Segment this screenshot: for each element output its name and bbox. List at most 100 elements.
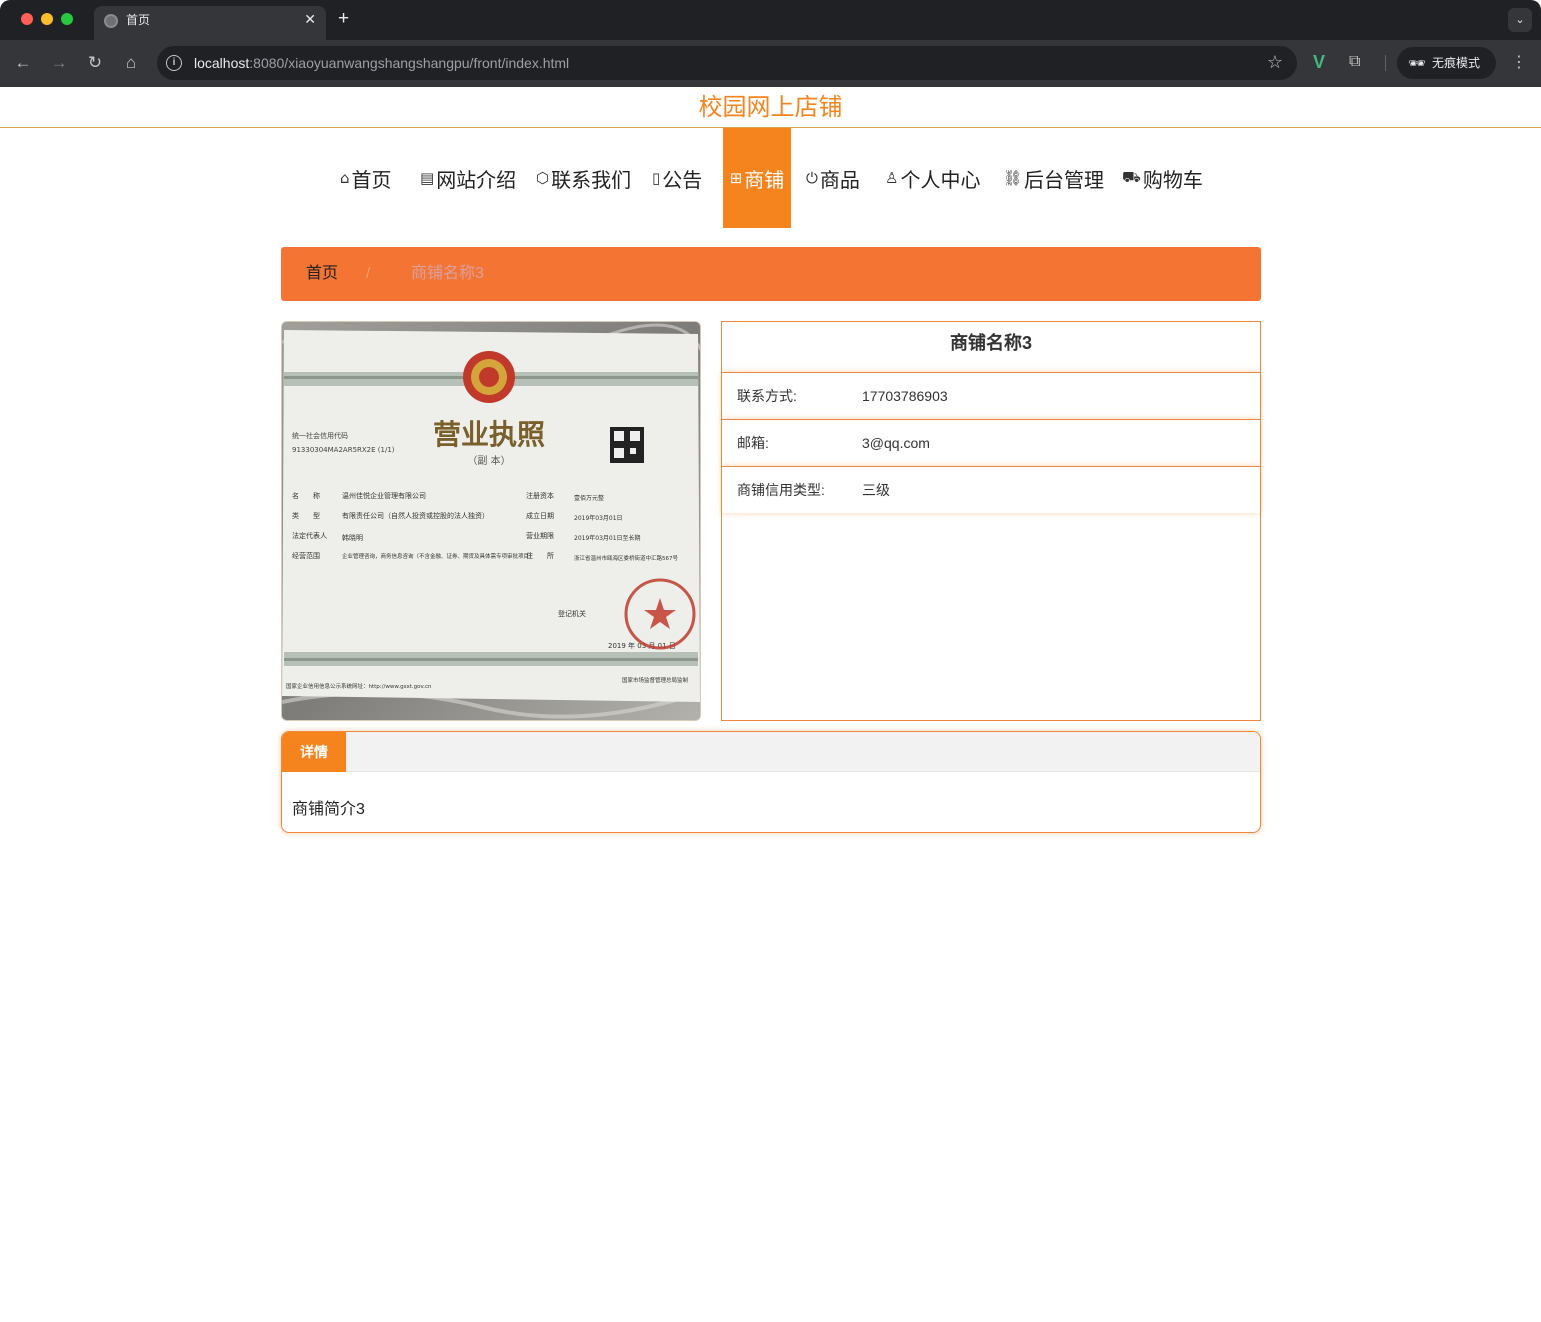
- license-footer-left: 国家企业信用信息公示系统网址：http://www.gsxt.gov.cn: [286, 682, 432, 690]
- license-field-key: 成立日期: [526, 511, 554, 520]
- nav-item-profile[interactable]: ♙ 个人中心: [885, 128, 980, 228]
- nav-item-about[interactable]: ▤ 网站介绍: [420, 128, 516, 228]
- incognito-icon: 🕶: [1408, 55, 1426, 71]
- maximize-window-button[interactable]: [61, 13, 73, 25]
- url-text[interactable]: localhost:8080/xiaoyuanwangshangshangpu/…: [194, 54, 569, 72]
- gift-icon: ⊞: [729, 169, 743, 187]
- info-value: 3@qq.com: [862, 435, 930, 451]
- browser-toolbar: ← → ↻ ⌂ i localhost:8080/xiaoyuanwangsha…: [0, 40, 1541, 87]
- more-menu-icon[interactable]: ⋮: [1511, 51, 1527, 75]
- license-field-value: 2019年03月01日至长期: [574, 534, 641, 542]
- power-icon: ⏻: [806, 169, 818, 187]
- nav-label: 公告: [662, 167, 703, 192]
- book-icon: ▯: [652, 169, 661, 187]
- home-icon[interactable]: ⌂: [120, 52, 142, 74]
- license-field-value: 壹佰万元整: [574, 494, 604, 502]
- toolbar-divider: [1385, 55, 1386, 71]
- license-field-key: 经营范围: [292, 551, 320, 560]
- tab-title: 首页: [126, 13, 151, 27]
- url-host: localhost: [194, 55, 250, 71]
- info-icon[interactable]: i: [166, 55, 182, 71]
- info-row-email: 邮箱: 3@qq.com: [722, 419, 1260, 466]
- license-code-label: 统一社会信用代码: [292, 431, 348, 440]
- nav-item-admin[interactable]: ⛓ 后台管理: [1003, 128, 1104, 228]
- shop-license-image: 营业执照 （副 本） 统一社会信用代码 91330304MA2AR5RX2E (…: [281, 321, 701, 721]
- license-field-key: 营业期限: [526, 531, 554, 540]
- license-code: 91330304MA2AR5RX2E (1/1): [292, 446, 395, 454]
- info-value: 17703786903: [862, 388, 948, 404]
- breadcrumb-separator: /: [366, 265, 371, 282]
- nav-item-contact[interactable]: ⬡ 联系我们: [536, 128, 631, 228]
- nav-label: 首页: [351, 167, 392, 192]
- nav-item-products[interactable]: ⏻ 商品: [806, 128, 860, 228]
- license-field-value: 韩晓明: [342, 533, 363, 542]
- license-subheading: （副 本）: [467, 454, 510, 467]
- reload-icon[interactable]: ↻: [84, 52, 106, 74]
- license-authority: 登记机关: [558, 609, 586, 618]
- nav-label: 后台管理: [1024, 167, 1105, 192]
- home-icon: ⌂: [340, 169, 350, 187]
- minimize-window-button[interactable]: [41, 13, 53, 25]
- extensions-puzzle-icon[interactable]: ⧉: [1349, 50, 1360, 74]
- license-field-value: 企业管理咨询，商务信息咨询（不含金融、证券、期货及具体需专项审批项目）: [342, 552, 535, 560]
- license-field-value: 浙江省温州市瓯海区娄桥街道中汇路567号: [574, 554, 678, 562]
- license-field-value: 有限责任公司（自然人投资或控股的法人独资）: [342, 511, 489, 520]
- back-arrow-icon[interactable]: ←: [12, 52, 34, 74]
- license-footer-right: 国家市场监督管理总局监制: [622, 676, 689, 684]
- nav-label: 网站介绍: [436, 167, 517, 192]
- site-header: 校园网上店铺: [0, 87, 1541, 128]
- breadcrumb-home-link[interactable]: 首页: [306, 264, 338, 284]
- nav-item-home[interactable]: ⌂ 首页: [340, 128, 392, 228]
- tab-detail[interactable]: 详情: [282, 732, 346, 772]
- main-nav: ⌂ 首页 ▤ 网站介绍 ⬡ 联系我们 ▯ 公告 ⊞ 商铺 ⏻ 商品 ♙ 个人中心…: [0, 128, 1541, 228]
- link-icon: ⛓: [1003, 169, 1023, 187]
- license-field-key: 名 称: [292, 491, 320, 500]
- address-bar[interactable]: i localhost:8080/xiaoyuanwangshangshangp…: [157, 46, 1297, 80]
- info-row-credit: 商铺信用类型: 三级: [722, 466, 1260, 513]
- user-icon: ♙: [885, 169, 899, 187]
- license-field-key: 类 型: [292, 511, 320, 520]
- shop-info-panel: 商铺名称3 联系方式: 17703786903 邮箱: 3@qq.com 商铺信…: [721, 321, 1261, 721]
- detail-tabbar: 详情: [282, 732, 1260, 772]
- incognito-indicator[interactable]: 🕶 无痕模式: [1397, 47, 1496, 79]
- browser-tab-strip: 首页 ✕ + ⌄: [0, 0, 1541, 40]
- license-photo-svg: 营业执照 （副 本） 统一社会信用代码 91330304MA2AR5RX2E (…: [282, 322, 700, 720]
- nav-label: 个人中心: [900, 167, 981, 192]
- nav-item-notice[interactable]: ▯ 公告: [652, 128, 702, 228]
- nav-label: 商铺: [744, 167, 785, 192]
- info-row-contact: 联系方式: 17703786903: [722, 372, 1260, 419]
- nav-item-shop[interactable]: ⊞ 商铺: [723, 128, 791, 228]
- page-viewport: 校园网上店铺 ⌂ 首页 ▤ 网站介绍 ⬡ 联系我们 ▯ 公告 ⊞ 商铺 ⏻ 商品…: [0, 87, 1541, 1322]
- browser-tab[interactable]: 首页 ✕: [94, 6, 326, 40]
- cart-icon: ⛟: [1122, 168, 1141, 186]
- close-tab-icon[interactable]: ✕: [304, 9, 316, 29]
- site-title: 校园网上店铺: [698, 93, 843, 121]
- chevron-down-icon[interactable]: ⌄: [1508, 8, 1532, 32]
- license-heading: 营业执照: [433, 418, 545, 451]
- nav-label: 商品: [819, 167, 860, 192]
- document-icon: ▤: [420, 169, 435, 187]
- new-tab-icon[interactable]: +: [338, 8, 349, 30]
- license-field-key: 住 所: [526, 551, 554, 560]
- shop-description: 商铺简介3: [292, 801, 365, 818]
- nav-label: 购物车: [1142, 167, 1203, 192]
- info-label: 商铺信用类型:: [737, 482, 825, 498]
- license-field-value: 温州佳悦企业管理有限公司: [342, 491, 426, 500]
- vue-devtools-icon[interactable]: V: [1313, 50, 1325, 74]
- breadcrumb: 首页 / 商铺名称3: [281, 247, 1261, 301]
- info-value: 三级: [862, 482, 890, 498]
- close-window-button[interactable]: [21, 13, 33, 25]
- info-label: 联系方式:: [737, 388, 797, 404]
- breadcrumb-current: 商铺名称3: [411, 265, 484, 282]
- forward-arrow-icon[interactable]: →: [48, 52, 70, 74]
- nav-item-cart[interactable]: ⛟ 购物车: [1122, 128, 1203, 228]
- shop-name: 商铺名称3: [949, 333, 1032, 353]
- bookmark-star-icon[interactable]: ☆: [1267, 51, 1283, 73]
- license-field-key: 法定代表人: [292, 531, 327, 540]
- info-label: 邮箱:: [737, 435, 769, 451]
- incognito-label: 无痕模式: [1432, 56, 1481, 70]
- cube-icon: ⬡: [536, 169, 550, 187]
- nav-label: 联系我们: [551, 167, 632, 192]
- license-field-key: 注册资本: [526, 491, 554, 500]
- url-path: :8080/xiaoyuanwangshangshangpu/front/ind…: [249, 55, 570, 71]
